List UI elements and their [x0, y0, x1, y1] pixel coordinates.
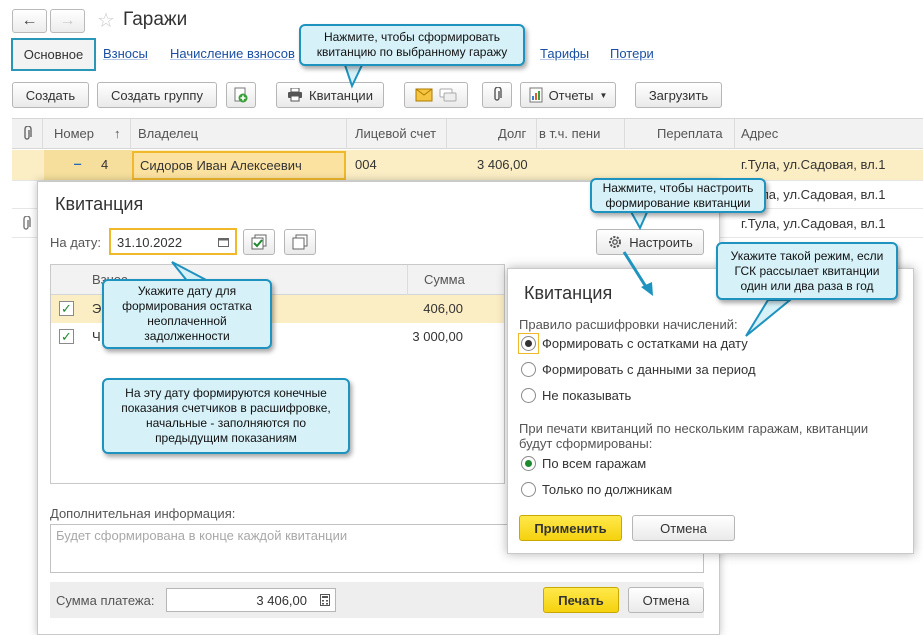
pointer-receipts [343, 64, 364, 89]
pointer-mode [745, 299, 793, 337]
callout-date: Укажите дату для формирования остатка не… [102, 279, 272, 349]
callout-receipts: Нажмите, чтобы сформировать квитанцию по… [299, 24, 525, 66]
callout-setup: Нажмите, чтобы настроить формирование кв… [590, 178, 766, 213]
callout-meters: На эту дату формируются конечные показан… [102, 378, 350, 454]
arrow-setup-line [622, 251, 650, 291]
callout-mode: Укажите такой режим, если ГСК рассылает … [716, 242, 898, 300]
